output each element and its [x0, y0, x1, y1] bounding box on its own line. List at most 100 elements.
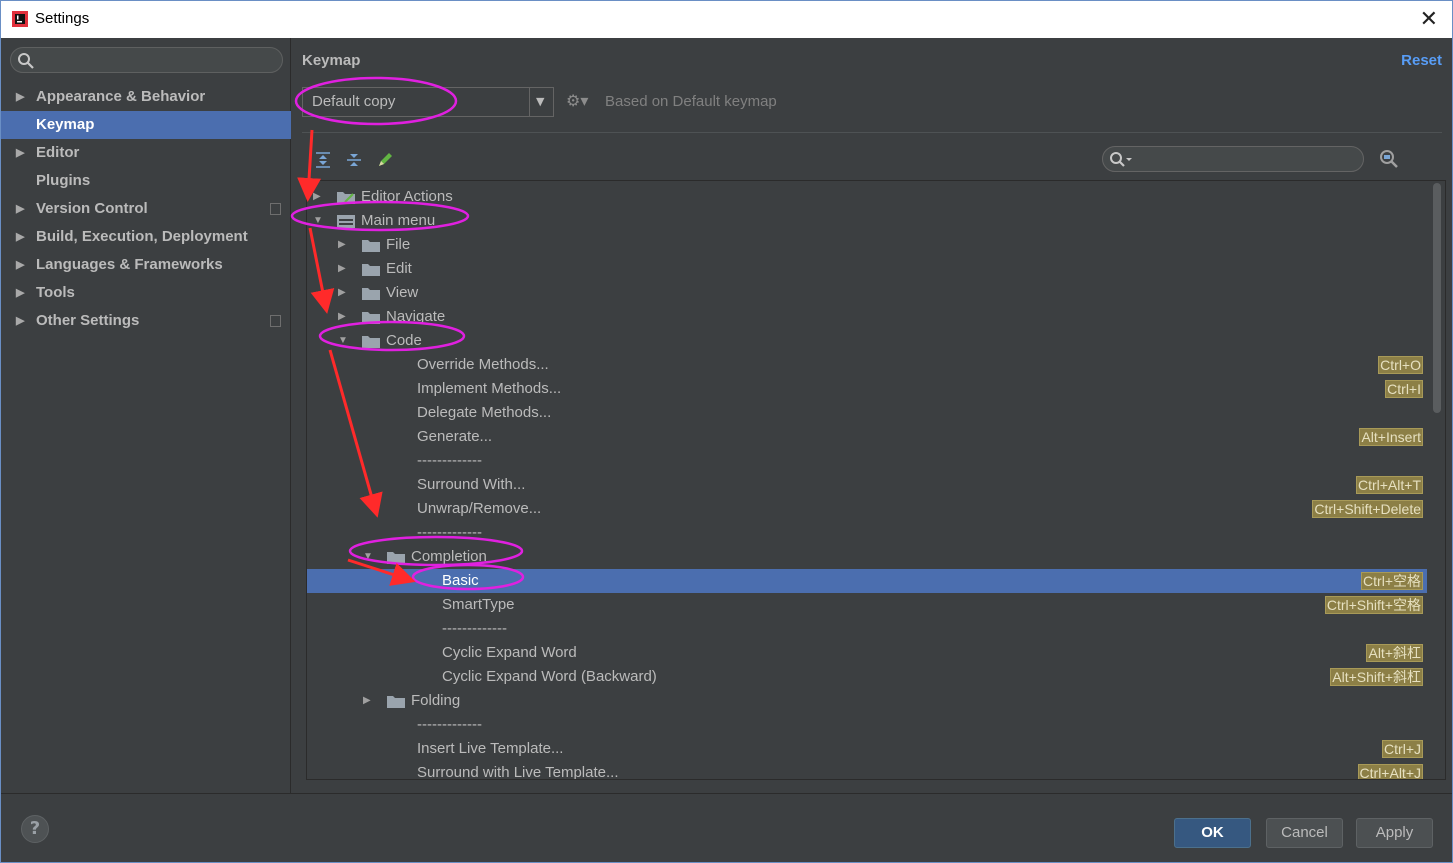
close-icon[interactable]: ✕	[1420, 7, 1438, 32]
tree-row[interactable]: ▶ Edit	[307, 257, 1427, 281]
tree-row[interactable]: ▶ View	[307, 281, 1427, 305]
tree-row[interactable]: ▶ Editor Actions	[307, 185, 1427, 209]
keymap-select-value: Default copy	[312, 93, 396, 110]
find-by-shortcut-icon[interactable]	[1378, 148, 1400, 170]
tree-row[interactable]: -------------	[307, 617, 1427, 641]
sidebar-item[interactable]: ▶ Version Control	[1, 195, 291, 223]
folder-icon	[362, 288, 380, 300]
chevron-down-icon[interactable]: ▼	[338, 329, 348, 353]
shortcut-badge: Alt+Shift+斜杠	[1330, 668, 1423, 686]
shortcut-badge: Ctrl+Alt+T	[1355, 476, 1423, 494]
menu-icon	[337, 215, 355, 228]
sidebar-item[interactable]: ▶ Languages & Frameworks	[1, 251, 291, 279]
tree-row-label: SmartType	[442, 596, 515, 613]
chevron-right-icon[interactable]: ▶	[16, 279, 24, 307]
expand-all-icon[interactable]	[313, 150, 333, 170]
tree-row-label: Cyclic Expand Word (Backward)	[442, 668, 657, 685]
tree-row[interactable]: SmartType Ctrl+Shift+空格	[307, 593, 1427, 617]
chevron-right-icon[interactable]: ▶	[16, 195, 24, 223]
chevron-right-icon[interactable]: ▶	[16, 223, 24, 251]
chevron-right-icon[interactable]: ▶	[338, 281, 346, 305]
collapse-all-icon[interactable]	[344, 150, 364, 170]
help-button[interactable]: ?	[21, 815, 49, 843]
tree-row[interactable]: ▼ Completion	[307, 545, 1427, 569]
actions-icon	[337, 192, 355, 204]
tree-row-label: Folding	[411, 692, 461, 709]
sidebar-item-label: Languages & Frameworks	[36, 256, 223, 273]
apply-button[interactable]: Apply	[1356, 818, 1433, 848]
ok-button[interactable]: OK	[1174, 818, 1251, 848]
gear-icon[interactable]: ⚙▾	[566, 91, 588, 110]
tree-row-label: Surround with Live Template...	[417, 764, 619, 780]
edit-shortcut-icon[interactable]	[375, 150, 395, 170]
tree-row[interactable]: Surround with Live Template... Ctrl+Alt+J	[307, 761, 1427, 780]
tree-row[interactable]: ▼ Main menu	[307, 209, 1427, 233]
chevron-right-icon[interactable]: ▶	[16, 139, 24, 167]
tree-row[interactable]: Delegate Methods...	[307, 401, 1427, 425]
sidebar-item[interactable]: Keymap	[1, 111, 291, 139]
tree-row-label: -------------	[417, 716, 482, 733]
reset-link[interactable]: Reset	[1401, 52, 1442, 69]
divider	[302, 132, 1442, 133]
chevron-right-icon[interactable]: ▶	[16, 307, 24, 335]
tree-row[interactable]: Override Methods... Ctrl+O	[307, 353, 1427, 377]
tree-row[interactable]: ▶ File	[307, 233, 1427, 257]
sidebar-item[interactable]: ▶ Build, Execution, Deployment	[1, 223, 291, 251]
settings-sidebar: ▶ Appearance & Behavior Keymap ▶ Editor Plugi…	[1, 38, 291, 793]
keymap-panel: Keymap Reset Default copy ▼ ⚙▾ Based on …	[292, 38, 1452, 793]
tree-row[interactable]: Insert Live Template... Ctrl+J	[307, 737, 1427, 761]
folder-icon	[362, 264, 380, 276]
tree-row-label: Insert Live Template...	[417, 740, 564, 757]
dialog-footer: ? OK Cancel Apply	[1, 793, 1452, 862]
sidebar-item[interactable]: Plugins	[1, 167, 291, 195]
tree-row[interactable]: Surround With... Ctrl+Alt+T	[307, 473, 1427, 497]
sidebar-item[interactable]: ▶ Appearance & Behavior	[1, 83, 291, 111]
chevron-right-icon[interactable]: ▶	[338, 233, 346, 257]
sidebar-item[interactable]: ▶ Other Settings	[1, 307, 291, 335]
tree-row[interactable]: -------------	[307, 521, 1427, 545]
sidebar-search-input[interactable]	[10, 47, 283, 73]
tree-search-input[interactable]	[1102, 146, 1364, 172]
tree-row[interactable]: ▼ Code	[307, 329, 1427, 353]
folder-icon	[387, 552, 405, 564]
tree-row[interactable]: -------------	[307, 713, 1427, 737]
tree-row[interactable]: Unwrap/Remove... Ctrl+Shift+Delete	[307, 497, 1427, 521]
tree-row[interactable]: Generate... Alt+Insert	[307, 425, 1427, 449]
tree-row-label: View	[386, 284, 419, 301]
sidebar-item[interactable]: ▶ Tools	[1, 279, 291, 307]
tree-row-label: Surround With...	[417, 476, 526, 493]
tree-row[interactable]: Cyclic Expand Word Alt+斜杠	[307, 641, 1427, 665]
chevron-right-icon[interactable]: ▶	[313, 185, 321, 209]
sidebar-item-label: Tools	[36, 284, 75, 301]
page-title: Keymap	[302, 52, 361, 69]
chevron-down-icon[interactable]: ▼	[313, 209, 323, 233]
tree-row-label: Implement Methods...	[417, 380, 562, 397]
chevron-right-icon[interactable]: ▶	[363, 689, 371, 713]
keymap-select[interactable]: Default copy ▼	[302, 87, 554, 117]
sidebar-item-label: Keymap	[36, 116, 95, 133]
chevron-right-icon[interactable]: ▶	[16, 83, 24, 111]
tree-row-label: Editor Actions	[361, 188, 453, 205]
tree-row[interactable]: -------------	[307, 449, 1427, 473]
chevron-right-icon[interactable]: ▶	[338, 257, 346, 281]
chevron-down-icon[interactable]: ▼	[363, 545, 373, 569]
sidebar-item-label: Version Control	[36, 200, 148, 217]
tree-row[interactable]: Cyclic Expand Word (Backward) Alt+Shift+斜…	[307, 665, 1427, 689]
tree-row[interactable]: Basic Ctrl+空格	[307, 569, 1427, 593]
chevron-right-icon[interactable]: ▶	[16, 251, 24, 279]
cancel-button[interactable]: Cancel	[1266, 818, 1343, 848]
keymap-tree[interactable]: ▶ Editor Actions ▼ Main menu ▶ File ▶ Edit ▶ View…	[306, 180, 1446, 780]
tree-scrollbar[interactable]	[1433, 183, 1441, 413]
chevron-down-icon[interactable]: ▼	[529, 88, 553, 116]
tree-row-label: Basic	[442, 572, 479, 589]
tree-row[interactable]: Implement Methods... Ctrl+I	[307, 377, 1427, 401]
sidebar-item-label: Appearance & Behavior	[36, 88, 206, 105]
chevron-right-icon[interactable]: ▶	[338, 305, 346, 329]
tree-row-label: Code	[386, 332, 422, 349]
tree-row[interactable]: ▶ Folding	[307, 689, 1427, 713]
sidebar-item-label: Editor	[36, 144, 80, 161]
shortcut-badge: Ctrl+I	[1385, 380, 1423, 398]
tree-row[interactable]: ▶ Navigate	[307, 305, 1427, 329]
folder-icon	[362, 240, 380, 252]
sidebar-item[interactable]: ▶ Editor	[1, 139, 291, 167]
